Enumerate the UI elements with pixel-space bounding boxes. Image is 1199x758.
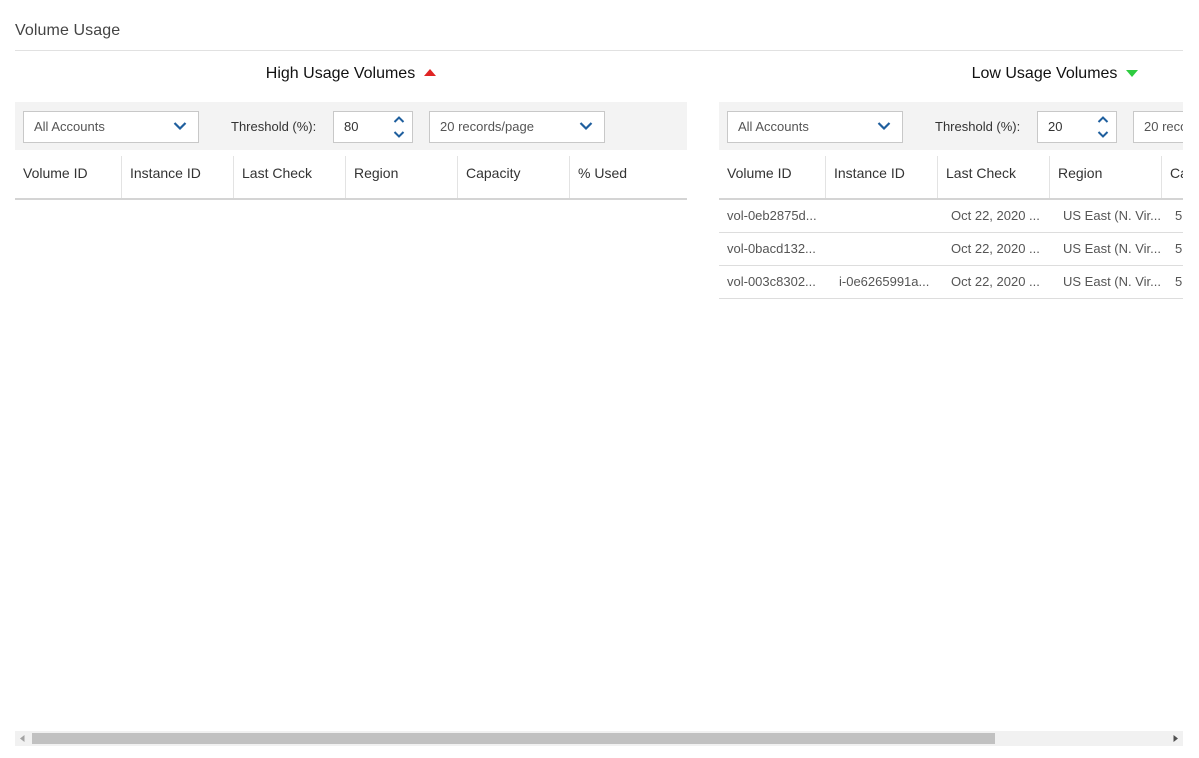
page-title: Volume Usage (15, 22, 121, 39)
cell-instance-id: i-0e6265991a... (839, 274, 930, 289)
high-records-select-value: 20 records/page (440, 119, 534, 134)
cell-last-check: Oct 22, 2020 ... (951, 274, 1040, 289)
cell-last-check: Oct 22, 2020 ... (951, 241, 1040, 256)
triangle-up-icon (424, 69, 437, 76)
low-records-per-page-select[interactable]: 20 records/page (1133, 111, 1183, 143)
low-usage-panel: Low Usage Volumes All Accounts Threshold… (719, 51, 1183, 731)
low-threshold-label: Threshold (%): (935, 119, 1021, 134)
triangle-down-icon (1126, 69, 1139, 77)
low-usage-heading-label: Low Usage Volumes (971, 65, 1118, 82)
high-accounts-select[interactable]: All Accounts (23, 111, 199, 143)
panels-viewport: High Usage Volumes All Accounts Threshol… (15, 51, 1183, 731)
column-header-last-check[interactable]: Last Check (233, 156, 345, 198)
cell-region: US East (N. Vir... (1063, 241, 1161, 256)
high-usage-heading: High Usage Volumes (15, 65, 687, 83)
column-header-instance-id[interactable]: Instance ID (121, 156, 233, 198)
high-usage-table-header: Volume ID Instance ID Last Check Region … (15, 156, 687, 200)
scrollbar-thumb[interactable] (32, 733, 995, 744)
high-records-per-page-select[interactable]: 20 records/page (429, 111, 605, 143)
stepper-arrows-icon[interactable] (392, 115, 406, 139)
chevron-down-icon (173, 122, 187, 131)
cell-region: US East (N. Vir... (1063, 274, 1161, 289)
high-accounts-select-value: All Accounts (34, 119, 105, 134)
table-row[interactable]: vol-003c8302... i-0e6265991a... Oct 22, … (719, 266, 1183, 299)
low-usage-table-header: Volume ID Instance ID Last Check Region … (719, 156, 1183, 200)
scroll-left-arrow-icon[interactable] (15, 731, 30, 746)
high-threshold-value: 80 (344, 119, 359, 134)
column-header-percent-used[interactable]: % Used (569, 156, 687, 198)
low-accounts-select-value: All Accounts (738, 119, 809, 134)
low-threshold-value: 20 (1048, 119, 1063, 134)
column-header-volume-id[interactable]: Volume ID (15, 156, 121, 198)
high-threshold-stepper[interactable]: 80 (333, 111, 413, 143)
low-records-select-value: 20 records/page (1144, 119, 1183, 134)
high-threshold-label: Threshold (%): (231, 119, 317, 134)
cell-capacity: 5 (1175, 241, 1183, 256)
cell-region: US East (N. Vir... (1063, 208, 1161, 223)
horizontal-scrollbar[interactable] (15, 731, 1183, 746)
cell-last-check: Oct 22, 2020 ... (951, 208, 1040, 223)
cell-instance-id (831, 200, 937, 232)
column-header-region[interactable]: Region (345, 156, 457, 198)
column-header-capacity[interactable]: Capacity (1161, 156, 1183, 198)
table-row[interactable]: vol-0bacd132... Oct 22, 2020 ... US East… (719, 233, 1183, 266)
low-usage-filter-bar: All Accounts Threshold (%): 20 20 record… (719, 102, 1183, 150)
stepper-arrows-icon[interactable] (1096, 115, 1110, 139)
low-usage-heading: Low Usage Volumes (719, 65, 1183, 83)
table-row[interactable]: vol-0eb2875d... Oct 22, 2020 ... US East… (719, 200, 1183, 233)
scroll-right-arrow-icon[interactable] (1168, 731, 1183, 746)
cell-capacity: 5 (1175, 274, 1183, 289)
cell-instance-id (831, 233, 937, 265)
cell-capacity: 5 (1175, 208, 1183, 223)
column-header-volume-id[interactable]: Volume ID (719, 156, 825, 198)
low-threshold-stepper[interactable]: 20 (1037, 111, 1117, 143)
high-usage-panel: High Usage Volumes All Accounts Threshol… (15, 51, 687, 731)
cell-volume-id: vol-0bacd132... (727, 241, 816, 256)
column-header-last-check[interactable]: Last Check (937, 156, 1049, 198)
column-header-capacity[interactable]: Capacity (457, 156, 569, 198)
high-usage-heading-label: High Usage Volumes (265, 65, 416, 82)
low-accounts-select[interactable]: All Accounts (727, 111, 903, 143)
cell-volume-id: vol-003c8302... (727, 274, 816, 289)
cell-volume-id: vol-0eb2875d... (727, 208, 817, 223)
chevron-down-icon (579, 122, 593, 131)
high-usage-filter-bar: All Accounts Threshold (%): 80 20 record… (15, 102, 687, 150)
column-header-region[interactable]: Region (1049, 156, 1161, 198)
column-header-instance-id[interactable]: Instance ID (825, 156, 937, 198)
chevron-down-icon (877, 122, 891, 131)
